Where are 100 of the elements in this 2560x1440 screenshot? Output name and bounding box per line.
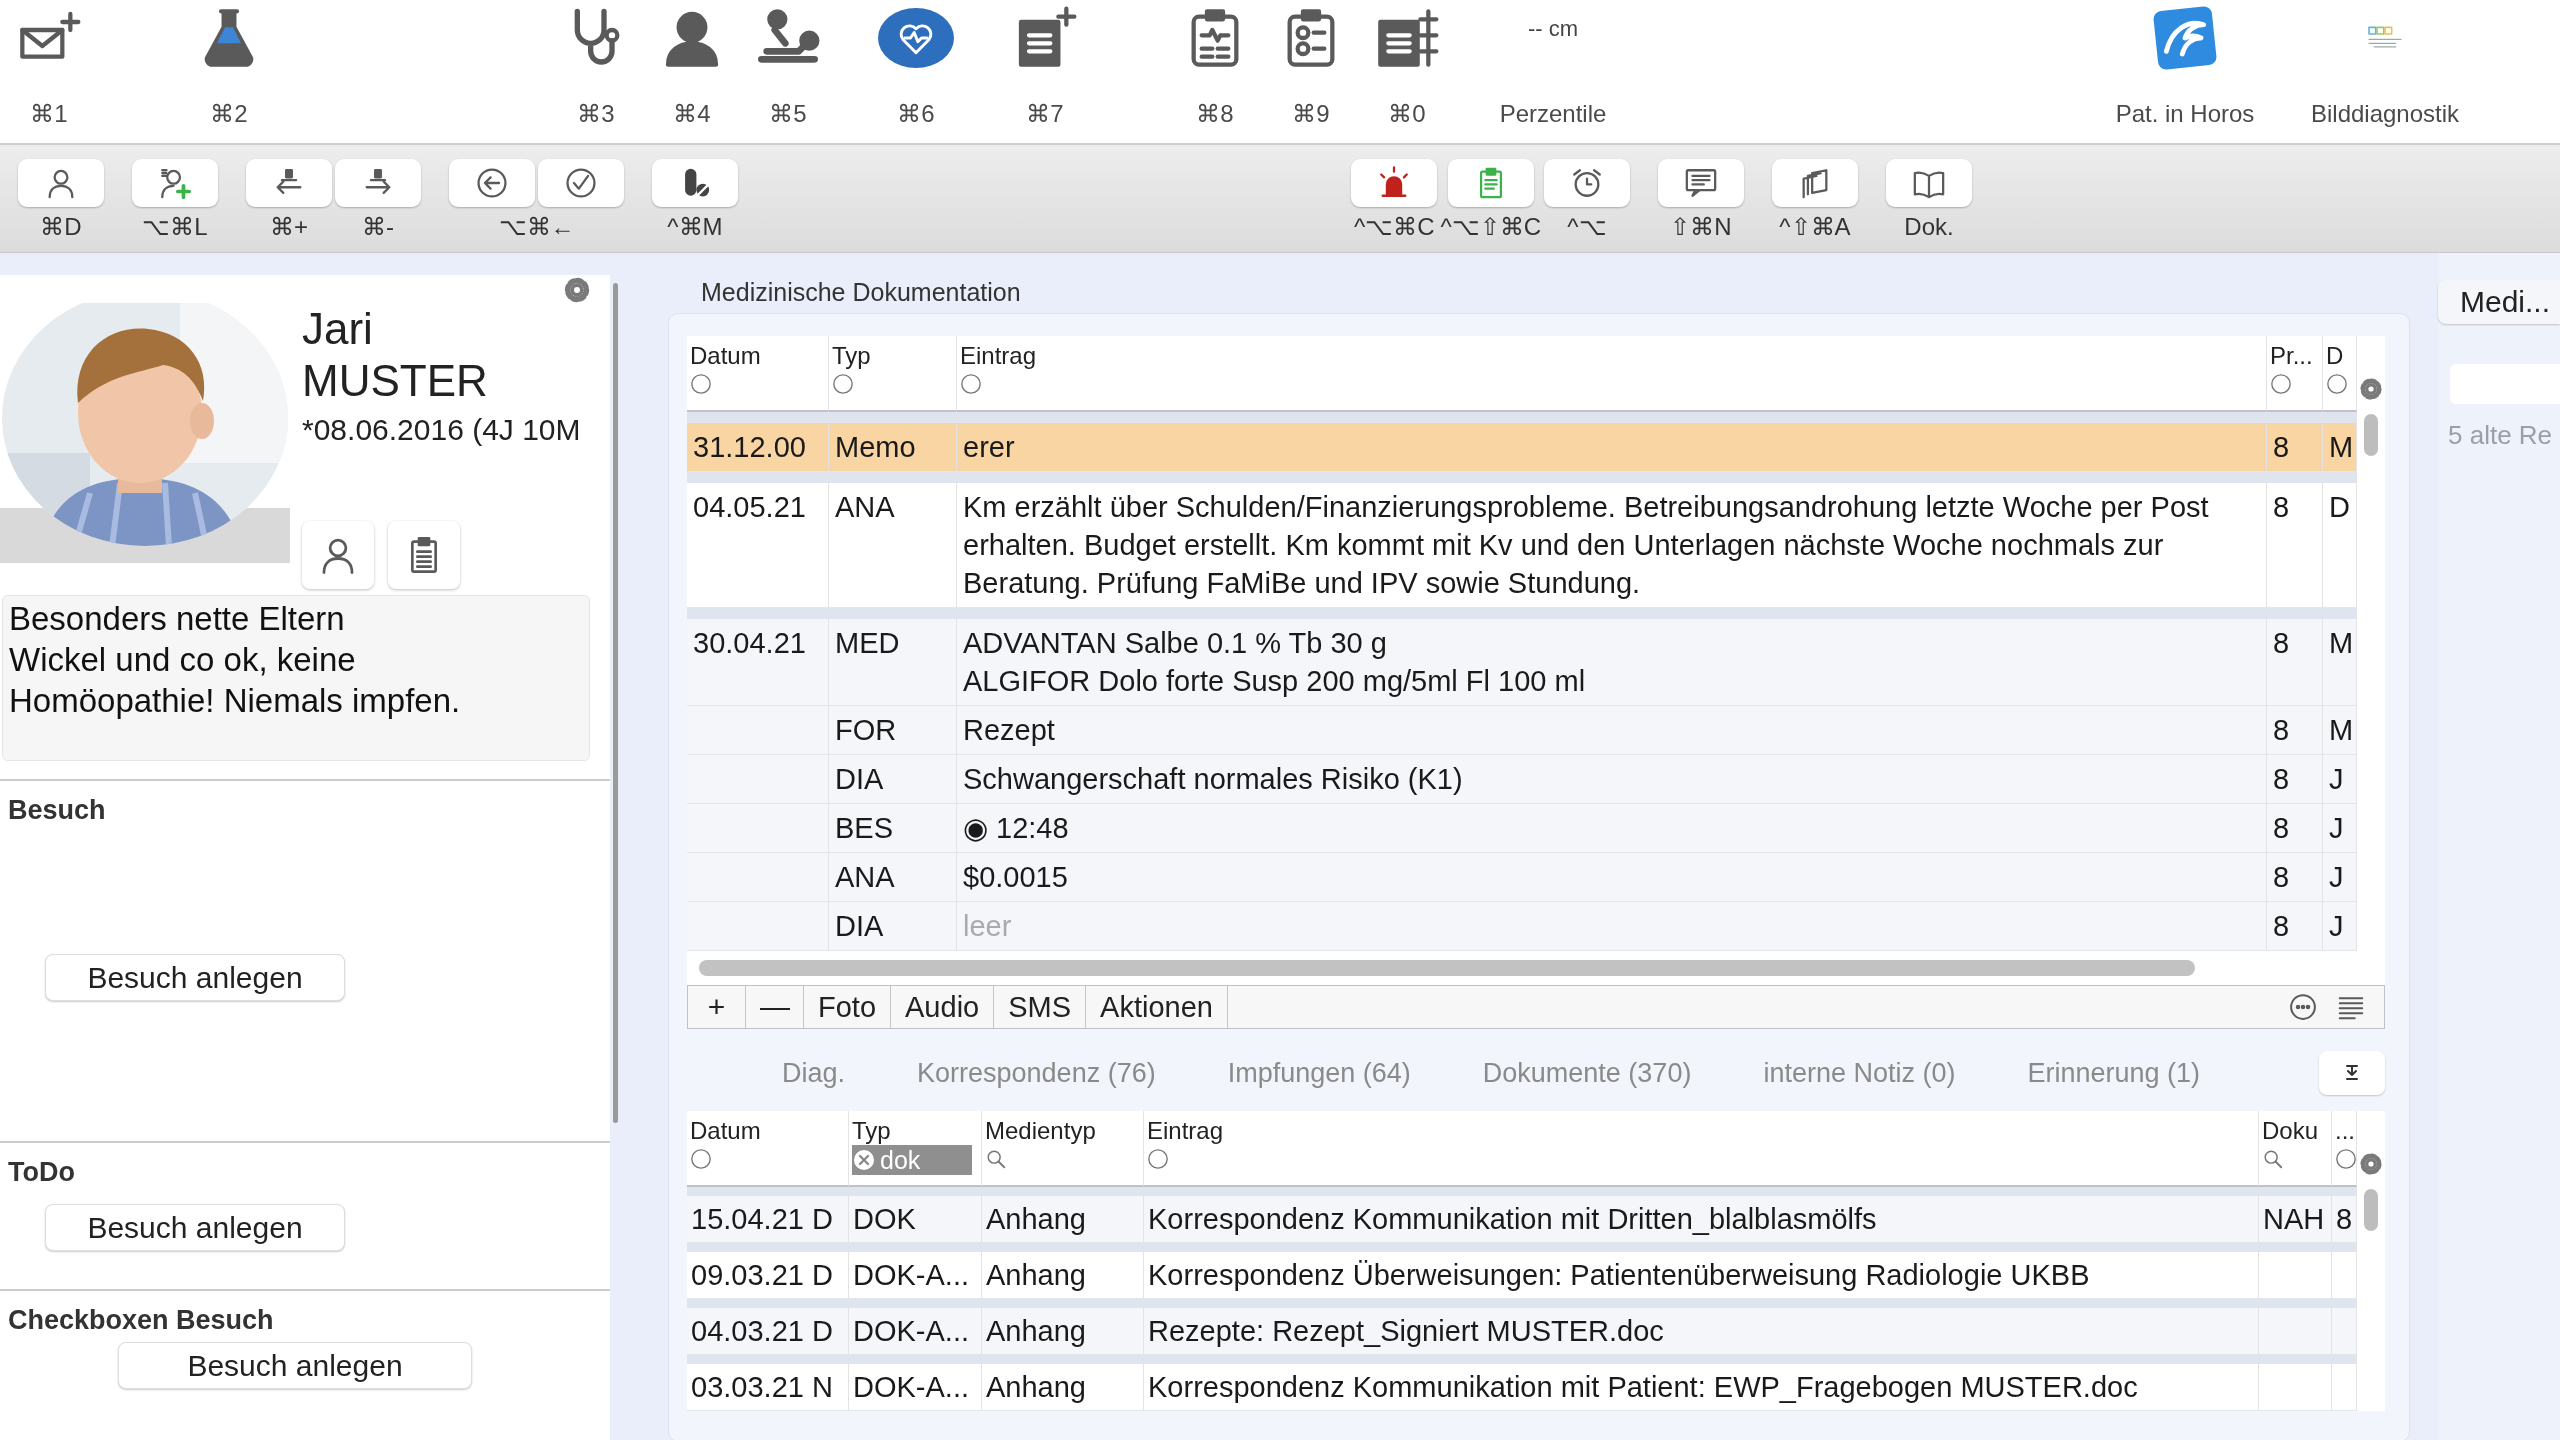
table-cell: Rezept <box>957 706 2267 755</box>
table-cell: 8 <box>2267 706 2323 755</box>
table-cell: Anhang <box>982 1299 1144 1355</box>
message-icon <box>1684 166 1718 200</box>
table-cell: M <box>2323 706 2357 755</box>
table-cell: 8 <box>2267 804 2323 853</box>
table-cell: Korrespondenz Kommunikation mit Patient: EWP_Fragebogen MUSTER.doc <box>1144 1355 2259 1411</box>
clear-icon <box>852 1148 876 1172</box>
filter-icon[interactable] <box>690 1148 712 1170</box>
table-cell: $0.0015 <box>957 853 2267 902</box>
shortcut-label: ⌘D <box>40 213 82 241</box>
table-cell: Schwangerschaft normales Risiko (K1) <box>957 755 2267 804</box>
birth-date: *08.06.2016 (4J 10M <box>302 413 581 447</box>
toolbar-button[interactable]: ⌘9 <box>1263 0 1359 138</box>
filter-icon[interactable] <box>1147 1148 1169 1170</box>
filter-icon[interactable] <box>2270 373 2292 395</box>
column-header[interactable]: Doku <box>2262 1117 2319 1145</box>
table-cell: 8 <box>2332 1187 2357 1243</box>
filter-icon[interactable] <box>960 373 982 395</box>
shortcut-label: ⌘- <box>362 213 394 241</box>
scrollbar[interactable] <box>699 960 2195 976</box>
toolbar-button[interactable] <box>1658 159 1744 207</box>
toolbar-button[interactable]: ⌘6 <box>868 0 964 138</box>
table-cell: 04.03.21 D <box>687 1299 849 1355</box>
toolbar-button[interactable] <box>449 159 535 207</box>
table-cell: M <box>2323 412 2357 472</box>
toolbar-button[interactable] <box>335 159 421 207</box>
toolbar-button[interactable] <box>132 159 218 207</box>
toolbar-button[interactable]: ⌘2 <box>181 0 277 138</box>
column-header[interactable]: D <box>2326 342 2344 370</box>
toolbar-button[interactable] <box>1886 159 1972 207</box>
table-cell: DIA <box>829 902 957 951</box>
table-cell: 31.12.00 <box>687 412 829 472</box>
toolbar-button[interactable] <box>538 159 624 207</box>
back-icon <box>475 166 509 200</box>
filter-icon[interactable] <box>690 373 712 395</box>
patient-button[interactable] <box>302 521 374 589</box>
toolbar-button[interactable]: ⌘5 <box>740 0 836 138</box>
scrollbar[interactable] <box>2364 414 2378 456</box>
column-header[interactable]: Medientyp <box>985 1117 1096 1145</box>
column-header[interactable]: Typ <box>852 1117 891 1145</box>
shortcut-label: ^⌥⇧⌘C <box>1440 213 1541 241</box>
toolbar-button[interactable] <box>1544 159 1630 207</box>
table-cell: ANA <box>829 853 957 902</box>
toolbar-button[interactable]: ⌘1 <box>1 0 97 138</box>
clipboard-button[interactable] <box>388 521 460 589</box>
filter-icon[interactable] <box>2335 1148 2356 1170</box>
column-header[interactable]: Typ <box>832 342 871 370</box>
section-title: ToDo <box>7 1156 76 1188</box>
table-cell: DOK-A... <box>849 1299 982 1355</box>
more-icon[interactable] <box>2288 992 2318 1022</box>
add-visit-button[interactable]: Besuch anlegen <box>45 954 345 1001</box>
table-cell: 8 <box>2267 902 2323 951</box>
toolbar-button[interactable]: ⌘8 <box>1167 0 1263 138</box>
section-title: Besuch <box>7 794 107 826</box>
scrollbar[interactable] <box>2364 1189 2378 1231</box>
table-cell: DOK-A... <box>849 1243 982 1299</box>
toolbar-button[interactable] <box>18 159 104 207</box>
filter-icon[interactable] <box>832 373 854 395</box>
settings-icon[interactable] <box>2358 1151 2384 1177</box>
toolbar-button[interactable]: -- cm Perzentile <box>1473 0 1633 138</box>
column-header[interactable]: Eintrag <box>1147 1117 1224 1145</box>
percentile-value: -- cm <box>1526 15 1580 43</box>
filter-icon[interactable] <box>2326 373 2348 395</box>
person-plus-icon <box>158 166 192 200</box>
toolbar-button[interactable] <box>1351 159 1438 207</box>
column-header[interactable]: Eintrag <box>960 342 1037 370</box>
toolbar-button[interactable]: ⌘0 <box>1359 0 1455 138</box>
column-header[interactable]: Datum <box>690 1117 761 1145</box>
toolbar-button[interactable]: ⌘4 <box>644 0 740 138</box>
toolbar-button[interactable] <box>246 159 332 207</box>
shortcut-label: ^⌘M <box>667 213 723 241</box>
patient-name: MUSTER <box>302 355 489 407</box>
toolbar-button[interactable]: Pat. in Horos <box>2085 0 2285 138</box>
collapse-button[interactable] <box>2319 1051 2385 1095</box>
toolbar-button[interactable] <box>652 159 738 207</box>
search-icon[interactable] <box>985 1148 1007 1170</box>
add-visit-button[interactable]: Besuch anlegen <box>45 1204 345 1251</box>
toolbar-button[interactable] <box>1772 159 1858 207</box>
toolbar-button[interactable]: ⌘7 <box>997 0 1093 138</box>
table-cell: 8 <box>2267 608 2323 706</box>
shortcut-label: ⌘+ <box>270 213 308 241</box>
add-visit-button[interactable]: Besuch anlegen <box>118 1342 472 1389</box>
alarm-clock-icon <box>1570 166 1604 200</box>
toolbar-button[interactable]: Bilddiagnostik <box>2285 0 2485 138</box>
table-cell: Korrespondenz Überweisungen: Patientenüberweisung Radiologie UKBB <box>1144 1243 2259 1299</box>
panel-button[interactable]: Medi... <box>2438 280 2560 324</box>
search-icon[interactable] <box>2262 1148 2284 1170</box>
table-cell: DOK-A... <box>849 1355 982 1411</box>
toolbar-button[interactable]: ⌘3 <box>548 0 644 138</box>
table-cell: M <box>2323 608 2357 706</box>
column-header[interactable]: Datum <box>690 342 761 370</box>
table-cell: Anhang <box>982 1355 1144 1411</box>
settings-icon[interactable] <box>2358 376 2384 402</box>
table-cell: J <box>2323 755 2357 804</box>
table-cell: ◉ 12:48 <box>957 804 2267 853</box>
scrollbar[interactable] <box>613 283 618 1123</box>
column-header[interactable]: ... <box>2335 1117 2355 1145</box>
column-header[interactable]: Pr... <box>2270 342 2313 370</box>
table-cell: Memo <box>829 412 957 472</box>
